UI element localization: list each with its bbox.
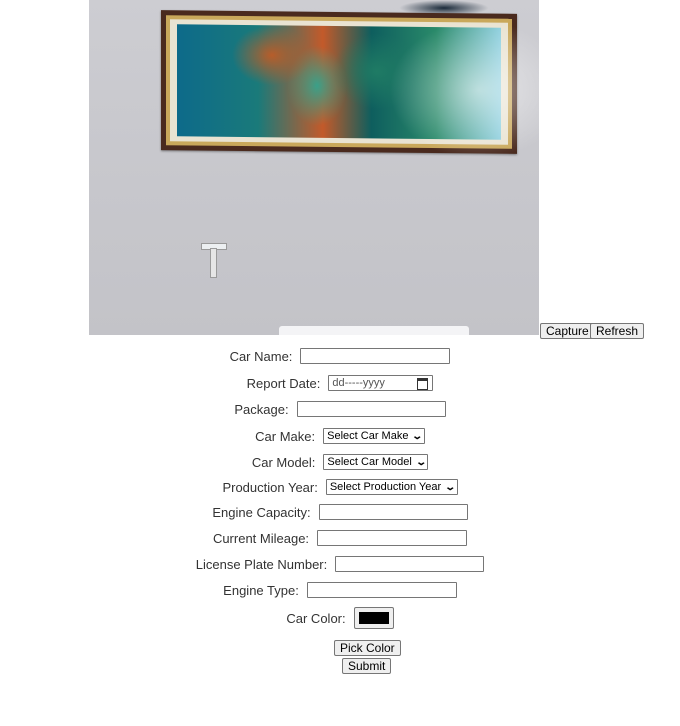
light-glare — [389, 20, 539, 160]
car-model-row: Car Model: Select Car Model ⌄ — [0, 454, 680, 470]
current-mileage-input[interactable] — [317, 530, 468, 546]
car-make-selected: Select Car Make — [327, 429, 409, 442]
camera-feed — [89, 0, 539, 335]
color-swatch — [358, 612, 389, 624]
car-model-select[interactable]: Select Car Model ⌄ — [323, 454, 429, 470]
engine-type-row: Engine Type: — [0, 582, 680, 598]
car-color-picker[interactable] — [353, 607, 394, 629]
license-plate-row: License Plate Number: — [0, 556, 680, 572]
production-year-selected: Select Production Year — [329, 480, 442, 493]
car-name-input[interactable] — [300, 348, 451, 364]
car-name-label: Car Name: — [229, 348, 293, 364]
chevron-down-icon: ⌄ — [411, 430, 424, 442]
package-input[interactable] — [296, 401, 446, 417]
shelf-edge — [279, 326, 469, 335]
car-name-row: Car Name: — [0, 348, 680, 364]
license-plate-label: License Plate Number: — [195, 556, 328, 572]
car-make-row: Car Make: Select Car Make ⌄ — [0, 428, 680, 444]
wall-hook — [201, 243, 227, 279]
report-date-label: Report Date: — [246, 375, 321, 391]
refresh-button[interactable]: Refresh — [590, 323, 645, 339]
pick-color-button[interactable]: Pick Color — [334, 640, 401, 656]
production-year-row: Production Year: Select Production Year … — [0, 479, 680, 495]
current-mileage-row: Current Mileage: — [0, 530, 680, 546]
report-date-row: Report Date: dd-----yyyy — [0, 375, 680, 391]
car-color-row: Car Color: — [0, 607, 680, 629]
production-year-label: Production Year: — [222, 479, 318, 495]
package-label: Package: — [234, 401, 289, 417]
production-year-select[interactable]: Select Production Year ⌄ — [325, 479, 458, 495]
engine-capacity-row: Engine Capacity: — [0, 504, 680, 520]
car-color-label: Car Color: — [286, 610, 346, 626]
report-date-input[interactable]: dd-----yyyy — [328, 375, 434, 391]
engine-type-input[interactable] — [306, 582, 457, 598]
package-row: Package: — [0, 401, 680, 417]
submit-button[interactable]: Submit — [342, 658, 392, 674]
car-make-label: Car Make: — [255, 428, 316, 444]
car-make-select[interactable]: Select Car Make ⌄ — [323, 428, 425, 444]
engine-capacity-input[interactable] — [318, 504, 468, 520]
engine-type-label: Engine Type: — [223, 582, 299, 598]
chevron-down-icon: ⌄ — [444, 481, 457, 493]
engine-capacity-label: Engine Capacity: — [212, 504, 311, 520]
calendar-icon[interactable] — [417, 378, 429, 390]
current-mileage-label: Current Mileage: — [212, 530, 310, 546]
car-model-label: Car Model: — [251, 454, 316, 470]
capture-button[interactable]: Capture — [540, 323, 595, 339]
report-date-placeholder: dd-----yyyy — [332, 377, 385, 389]
car-model-selected: Select Car Model — [327, 455, 412, 468]
chevron-down-icon: ⌄ — [415, 456, 427, 468]
license-plate-input[interactable] — [335, 556, 485, 572]
